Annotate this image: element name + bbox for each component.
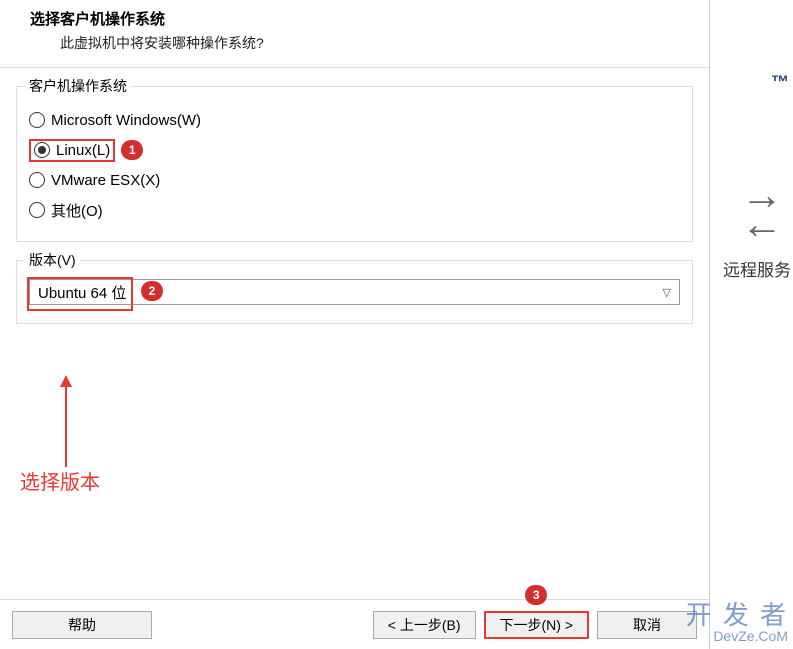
next-button[interactable]: 下一步(N) > [484, 611, 590, 639]
version-group-label: 版本(V) [25, 250, 80, 270]
watermark-sub: DevZe.CoM [686, 628, 788, 644]
radio-icon [29, 112, 45, 128]
watermark: 开 发 者 DevZe.CoM [686, 595, 788, 644]
radio-other[interactable]: 其他(O) [29, 197, 680, 223]
radio-vmware[interactable]: VMware ESX(X) [29, 167, 680, 193]
version-dropdown-wrap: Ubuntu 64 位 ▽ 2 [29, 279, 680, 305]
radio-label: VMware ESX(X) [51, 172, 160, 189]
back-button[interactable]: < 上一步(B) [373, 611, 476, 639]
next-button-wrap: 3 下一步(N) > [484, 611, 590, 639]
radio-label: 其他(O) [51, 200, 103, 221]
radio-linux-row: Linux(L) 1 [29, 137, 680, 163]
remote-text: 远程服务 [723, 256, 791, 281]
annotation-badge-1: 1 [121, 140, 143, 160]
tm-mark: ™ [771, 72, 789, 93]
radio-label: Microsoft Windows(W) [51, 112, 201, 129]
dialog-footer: 帮助 < 上一步(B) 3 下一步(N) > 取消 [0, 599, 709, 649]
help-button[interactable]: 帮助 [12, 611, 152, 639]
os-selection-dialog: 选择客户机操作系统 此虚拟机中将安装哪种操作系统? 客户机操作系统 Micros… [0, 0, 710, 649]
annotation-badge-2: 2 [141, 281, 163, 301]
dialog-content: 客户机操作系统 Microsoft Windows(W) Linux(L) 1 … [0, 68, 709, 599]
os-group-label: 客户机操作系统 [25, 76, 131, 96]
dialog-title: 选择客户机操作系统 [30, 8, 691, 29]
version-dropdown[interactable]: Ubuntu 64 位 ▽ [29, 279, 680, 305]
swap-icon: → ← [741, 180, 783, 239]
background-panel: ™ → ← 远程服务 [703, 0, 793, 649]
radio-icon-selected[interactable] [34, 142, 50, 158]
version-group: 版本(V) Ubuntu 64 位 ▽ 2 [16, 260, 693, 324]
radio-icon [29, 172, 45, 188]
watermark-main: 开 发 者 [686, 600, 788, 630]
radio-icon [29, 202, 45, 218]
dialog-header: 选择客户机操作系统 此虚拟机中将安装哪种操作系统? [0, 0, 709, 68]
radio-label[interactable]: Linux(L) [56, 142, 110, 159]
annotation-badge-3: 3 [525, 585, 547, 605]
cancel-button[interactable]: 取消 [597, 611, 697, 639]
highlight-linux: Linux(L) [29, 139, 115, 162]
annotation-select-version: 选择版本 [20, 466, 100, 495]
dialog-subtitle: 此虚拟机中将安装哪种操作系统? [60, 33, 691, 53]
radio-windows[interactable]: Microsoft Windows(W) [29, 107, 680, 133]
os-group: 客户机操作系统 Microsoft Windows(W) Linux(L) 1 … [16, 86, 693, 242]
chevron-down-icon: ▽ [663, 286, 671, 299]
dropdown-value: Ubuntu 64 位 [38, 282, 126, 303]
